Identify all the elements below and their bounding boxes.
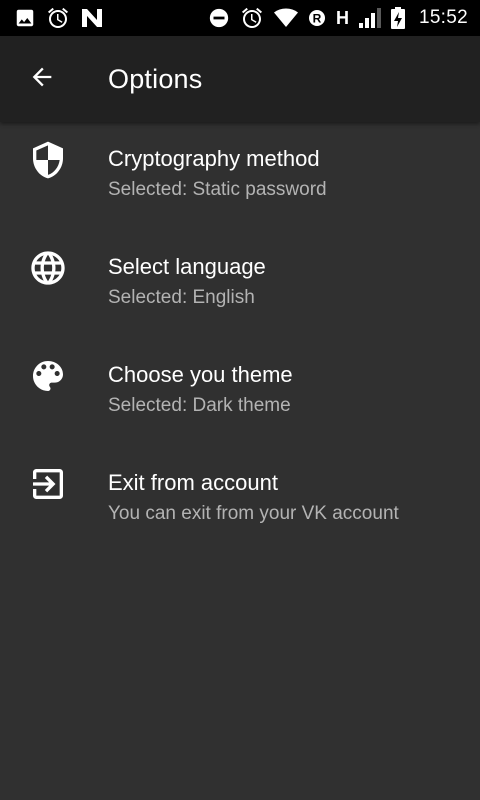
roaming-icon: R (308, 9, 326, 27)
globe-icon (28, 248, 68, 288)
app-bar: Options (0, 36, 480, 122)
option-subtitle: You can exit from your VK account (108, 503, 399, 524)
status-time: 15:52 (418, 7, 468, 28)
option-exit-account[interactable]: Exit from account You can exit from your… (0, 446, 480, 554)
option-subtitle: Selected: Dark theme (108, 395, 291, 416)
palette-icon (28, 356, 68, 396)
option-subtitle: Selected: English (108, 287, 255, 308)
option-cryptography-method[interactable]: Cryptography method Selected: Static pas… (0, 122, 480, 230)
arrow-back-icon (28, 63, 56, 96)
svg-text:R: R (313, 12, 322, 26)
status-bar-left (14, 6, 104, 30)
options-list: Cryptography method Selected: Static pas… (0, 122, 480, 554)
alarm-icon (46, 6, 70, 30)
alarm-icon (240, 6, 264, 30)
option-title: Exit from account (108, 470, 278, 495)
wifi-icon (273, 8, 298, 28)
shield-icon (28, 140, 68, 180)
exit-icon (28, 464, 68, 504)
do-not-disturb-icon (208, 7, 230, 29)
option-title: Cryptography method (108, 146, 320, 171)
option-title: Choose you theme (108, 362, 293, 387)
option-subtitle: Selected: Static password (108, 179, 327, 200)
n-logo-icon (80, 7, 104, 29)
option-title: Select language (108, 254, 266, 279)
image-icon (14, 7, 36, 29)
network-type-label: H (335, 7, 349, 28)
signal-icon (358, 8, 381, 28)
status-bar-right: R H 15:52 (208, 6, 468, 30)
back-button[interactable] (0, 36, 84, 122)
status-bar: R H 15:52 (0, 0, 480, 36)
page-title: Options (108, 63, 203, 94)
option-select-language[interactable]: Select language Selected: English (0, 230, 480, 338)
battery-charging-icon (390, 7, 405, 29)
option-choose-theme[interactable]: Choose you theme Selected: Dark theme (0, 338, 480, 446)
